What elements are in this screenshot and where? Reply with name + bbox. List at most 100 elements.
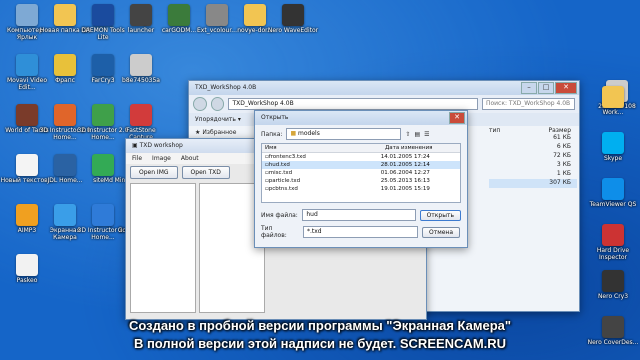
dialog-close-button[interactable]: ✕ bbox=[449, 112, 465, 124]
menu-about[interactable]: About bbox=[181, 155, 199, 162]
desktop-icon-right-5[interactable]: Nero Cry3 bbox=[586, 270, 640, 300]
desktop-app-icon bbox=[54, 54, 76, 76]
file-row[interactable]: ▫ hud.txd 28.01.2005 12:14 bbox=[262, 161, 460, 169]
file-date: 01.06.2004 12:27 bbox=[380, 170, 430, 176]
desktop-app-icon bbox=[130, 4, 152, 26]
file-row[interactable]: ▫ misc.txd 01.06.2004 12:27 bbox=[262, 169, 460, 177]
desktop-icon-label: Hard Drive Inspector bbox=[596, 247, 630, 261]
desktop-app-icon bbox=[16, 104, 38, 126]
close-button[interactable]: ✕ bbox=[555, 82, 577, 94]
explorer-titlebar[interactable]: TXD_WorkShop 4.0B – □ ✕ bbox=[189, 81, 579, 95]
desktop-app-icon bbox=[602, 178, 624, 200]
desktop-icon-left-7[interactable]: FastStone Capture bbox=[114, 104, 168, 141]
desktop-app-icon bbox=[244, 4, 266, 26]
desktop-icon-top-7[interactable]: Nero WaveEditor bbox=[266, 4, 320, 34]
size-cell: 307 КБ bbox=[489, 179, 577, 188]
forward-icon[interactable] bbox=[210, 97, 225, 111]
desktop-app-icon bbox=[54, 204, 76, 226]
desktop-icon-left-3[interactable]: b8e745035a bbox=[114, 54, 168, 84]
desktop-icon-label: Nero Cry3 bbox=[597, 293, 629, 300]
open-img-button[interactable]: Open IMG bbox=[130, 166, 178, 179]
file-row[interactable]: ▫ particle.txd 25.05.2013 16:13 bbox=[262, 177, 460, 185]
desktop-app-icon bbox=[92, 204, 114, 226]
file-list: Имя Дата изменения ▫ frontenc3.txd 14.01.… bbox=[261, 143, 461, 203]
address-bar[interactable]: TXD_WorkShop 4.0B bbox=[228, 98, 478, 110]
desktop-app-icon bbox=[16, 4, 38, 26]
desktop-icon-label: Work... bbox=[602, 109, 624, 116]
view-menu-icon[interactable]: ☰ bbox=[424, 131, 429, 138]
organize-button[interactable]: Упорядочить bbox=[195, 116, 236, 123]
search-input[interactable]: Поиск: TXD_WorkShop 4.0B bbox=[481, 98, 575, 110]
folder-icon: ■ bbox=[290, 130, 297, 137]
dialog-title: Открыть bbox=[261, 114, 289, 121]
cancel-button[interactable]: Отмена bbox=[422, 226, 461, 238]
desktop-app-icon bbox=[16, 54, 38, 76]
file-name: pcbtns.txd bbox=[268, 186, 298, 192]
folder-dropdown[interactable]: ■ models bbox=[286, 128, 402, 140]
size-cell: 1 КБ bbox=[556, 170, 571, 177]
col-size[interactable]: Размер bbox=[548, 127, 571, 134]
back-icon[interactable] bbox=[193, 97, 207, 111]
file-date: 19.01.2005 15:19 bbox=[380, 186, 430, 192]
size-list: 61 КБ 6 КБ 72 КБ 3 КБ 1 КБ 307 КБ bbox=[489, 134, 577, 188]
desktop-app-icon bbox=[282, 4, 304, 26]
desktop-app-icon bbox=[92, 54, 114, 76]
desktop-app-icon bbox=[130, 54, 152, 76]
folder-label: Папка: bbox=[261, 130, 283, 138]
desktop-app-icon bbox=[54, 104, 76, 126]
desktop-icon-label: Skype bbox=[603, 155, 623, 162]
desktop-app-icon bbox=[168, 4, 190, 26]
filename-value: hud bbox=[306, 211, 318, 218]
col-type[interactable]: тип bbox=[489, 127, 500, 134]
desktop-icon-left-16[interactable]: Paskeo bbox=[0, 254, 54, 284]
col-name[interactable]: Имя bbox=[265, 144, 385, 152]
file-name: misc.txd bbox=[268, 170, 293, 176]
size-cell: 72 КБ bbox=[553, 152, 571, 159]
folder-value: models bbox=[298, 130, 320, 137]
desktop-icon-right-2[interactable]: Skype bbox=[586, 132, 640, 162]
desktop-app-icon bbox=[16, 154, 38, 176]
menu-file[interactable]: File bbox=[132, 155, 142, 162]
size-cell: 3 КБ bbox=[556, 161, 571, 168]
desktop-app-icon bbox=[16, 254, 38, 276]
up-folder-icon[interactable]: ⇧ bbox=[405, 131, 410, 138]
txd-title: TXD workshop bbox=[139, 142, 183, 149]
desktop-app-icon bbox=[602, 224, 624, 246]
file-name: hud.txd bbox=[268, 162, 290, 168]
filename-label: Имя файла: bbox=[261, 211, 298, 219]
filetype-select[interactable]: *.txd bbox=[303, 226, 418, 238]
menu-image[interactable]: Image bbox=[152, 155, 171, 162]
open-txd-button[interactable]: Open TXD bbox=[181, 166, 230, 179]
desktop-icon-right-4[interactable]: Hard Drive Inspector bbox=[586, 224, 640, 261]
desktop-icon-label: Nero WaveEditor bbox=[267, 27, 319, 34]
desktop-app-icon bbox=[92, 104, 114, 126]
desktop-icon-label: Paskeo bbox=[16, 277, 38, 284]
desktop-icon-right-3[interactable]: TeamViewer QS bbox=[586, 178, 640, 208]
minimize-button[interactable]: – bbox=[521, 82, 537, 94]
desktop-app-icon bbox=[602, 86, 624, 108]
favorites-label[interactable]: Избранное bbox=[202, 129, 236, 136]
dialog-titlebar[interactable]: Открыть ✕ bbox=[255, 111, 467, 125]
img-list-panel[interactable] bbox=[130, 183, 196, 313]
desktop-app-icon bbox=[92, 154, 114, 176]
desktop-app-icon bbox=[602, 132, 624, 154]
filetype-value: *.txd bbox=[307, 228, 322, 235]
col-date[interactable]: Дата изменения bbox=[385, 144, 455, 152]
maximize-button[interactable]: □ bbox=[538, 82, 554, 94]
new-folder-icon[interactable]: ▤ bbox=[414, 131, 420, 138]
open-dialog: Открыть ✕ Папка: ■ models ⇧ ▤ ☰ Имя Дата… bbox=[254, 110, 468, 248]
filename-input[interactable]: hud bbox=[302, 209, 416, 221]
open-button[interactable]: Открыть bbox=[419, 209, 461, 221]
file-row[interactable]: ▫ pcbtns.txd 19.01.2005 15:19 bbox=[262, 185, 460, 193]
file-date: 14.01.2005 17:24 bbox=[380, 154, 430, 160]
desktop-icon-label: TeamViewer QS bbox=[589, 201, 637, 208]
file-row[interactable]: ▫ frontenc3.txd 14.01.2005 17:24 bbox=[262, 153, 460, 161]
desktop-icon-label: b8e745035a bbox=[122, 77, 160, 84]
file-name: frontenc3.txd bbox=[268, 154, 306, 160]
watermark-line-1: Создано в пробной версии программы "Экра… bbox=[128, 318, 512, 333]
desktop-app-icon bbox=[206, 4, 228, 26]
desktop-icon-right-1[interactable]: Work... bbox=[586, 86, 640, 116]
size-cell: 6 КБ bbox=[556, 143, 571, 150]
explorer-title: TXD_WorkShop 4.0B bbox=[195, 84, 257, 91]
desktop-app-icon bbox=[602, 270, 624, 292]
